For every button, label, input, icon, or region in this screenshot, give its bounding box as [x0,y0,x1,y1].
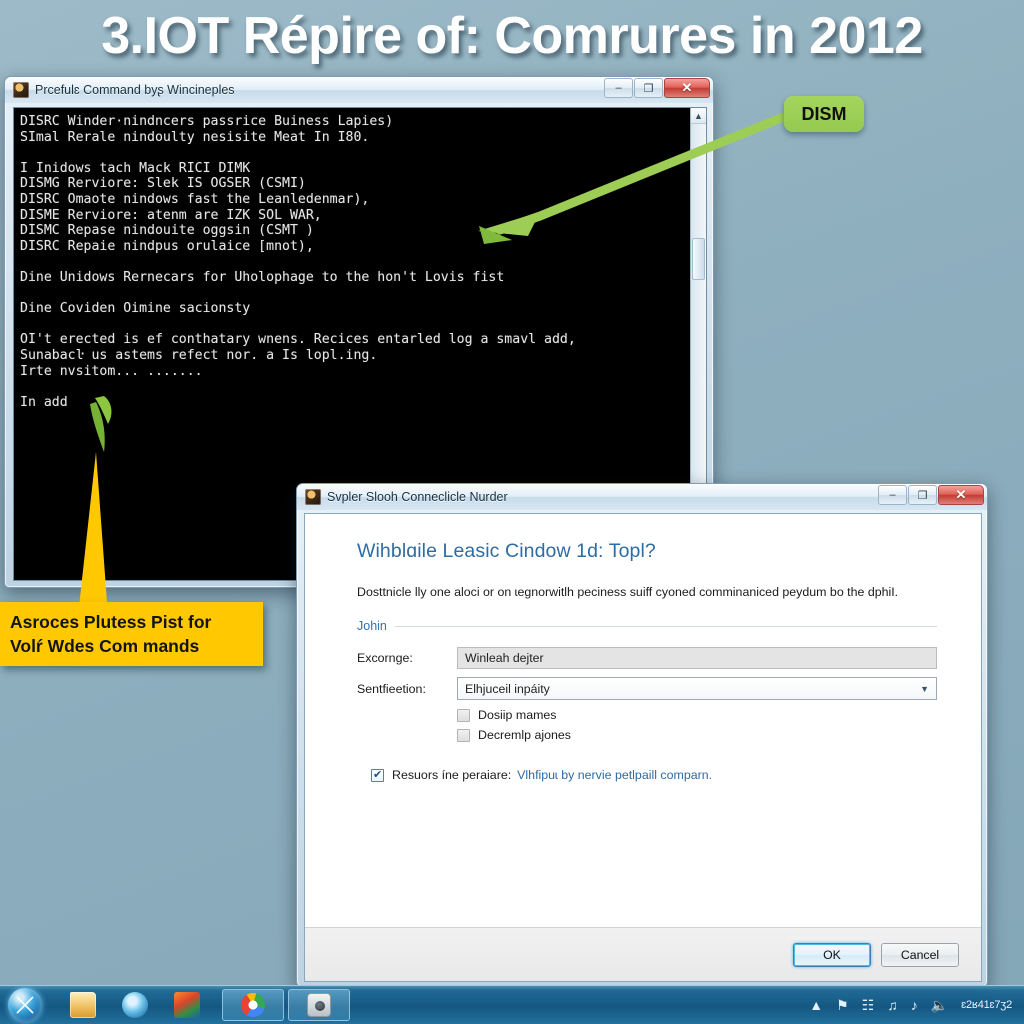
taskbar-button-camera[interactable] [288,989,350,1021]
selection-field-label: Sentfieetion: [357,681,426,696]
dialog-minimize-button[interactable]: – [878,485,907,505]
show-hidden-chevron-icon[interactable]: ▲ [809,998,823,1012]
field-row-selection: Sentfieetion: Elhjuceil inpáity ▼ [357,677,937,700]
settings-dialog-window[interactable]: Svpler Slooh Conneclicle Nurder – ❐ ✕ Wi… [296,483,988,988]
ie-icon[interactable] [122,992,148,1018]
cmd-minimize-button[interactable]: – [604,78,633,98]
ok-button[interactable]: OK [793,942,871,967]
checkbox-label-1: Dosiip mames [478,708,557,722]
system-tray[interactable]: ▲ ⚑ ☷ ♫ ♪ 🔈 ɛ2ʁ41ɛ7ʒ2 [809,998,1024,1012]
dialog-window-controls[interactable]: – ❐ ✕ [877,485,984,505]
dialog-footer: OK Cancel [305,927,981,981]
scroll-thumb[interactable] [692,238,705,280]
taskbar[interactable]: ▲ ⚑ ☷ ♫ ♪ 🔈 ɛ2ʁ41ɛ7ʒ2 [0,985,1024,1024]
camera-icon [307,993,331,1017]
cmd-titlebar[interactable]: Prcefulɛ Command byʂ Wincineples – ❐ ✕ [5,77,713,103]
dialog-restore-button[interactable]: ❐ [908,485,937,505]
checkbox-label-2: Decremlp ajones [478,728,571,742]
bottom-option-row[interactable]: Resuors íne peraiare: Vlhfipuɩ by nervie… [371,768,937,782]
selection-dropdown-value: Elhjuceil inpáity [465,681,550,696]
dialog-content: Wihblɑile Leasic Cindow 1d: Topl? Dosttn… [305,514,981,927]
dialog-body: Wihblɑile Leasic Cindow 1d: Topl? Dosttn… [304,513,982,982]
scroll-up-arrow-icon[interactable]: ▲ [691,108,706,124]
task-buttons[interactable] [222,989,350,1021]
checkbox-resuors-peraiare[interactable] [371,768,384,782]
group-label: Johin [357,619,387,633]
checkbox-decremlp-ajones[interactable] [457,728,470,742]
flag-icon[interactable]: ⚑ [836,998,849,1012]
start-orb-icon [8,988,42,1022]
dialog-close-button[interactable]: ✕ [938,485,984,505]
taskbar-button-chrome[interactable] [222,989,284,1021]
yellow-callout: Asroces Plutess Pist for Volŕ Wdes Com m… [0,602,263,666]
exchange-field-label: Excornge: [357,651,413,665]
media-center-icon[interactable] [174,992,200,1018]
cmd-title-text: Prcefulɛ Command byʂ Wincineples [35,83,235,97]
volume-mute-icon[interactable]: 🔈 [931,998,948,1012]
yellow-callout-line1: Asroces Plutess Pist for [10,612,212,632]
group-header: Johin [357,619,937,633]
desktop: 3.ΙΟΤ Répire of: Comrures in 2012 Prcefu… [0,0,1024,1024]
cmd-window-controls[interactable]: – ❐ ✕ [603,78,710,98]
cmd-shield-icon [13,82,29,98]
bottom-option-link[interactable]: Vlhfipuɩ by nervie petlpaill comparn. [517,768,712,782]
dialog-title-text: Svpler Slooh Conneclicle Nurder [327,490,508,504]
cancel-button[interactable]: Cancel [881,942,959,967]
chevron-down-icon: ▼ [920,683,929,694]
checkbox-row-1[interactable]: Dosiip mames [457,708,937,722]
quick-launch-bar[interactable] [70,992,200,1018]
selection-dropdown[interactable]: Elhjuceil inpáity ▼ [457,677,937,700]
headphone-icon[interactable]: ♫ [887,998,898,1012]
start-button[interactable] [2,987,48,1023]
cmd-restore-button[interactable]: ❐ [634,78,663,98]
checkbox-row-2[interactable]: Decremlp ajones [457,728,937,742]
page-title: 3.ΙΟΤ Répire of: Comrures in 2012 [101,7,923,65]
folder-icon[interactable] [70,992,96,1018]
dism-callout: DISM [784,96,864,132]
chrome-icon [241,993,265,1017]
checkbox-dosiip-mames[interactable] [457,708,470,722]
network-icon[interactable]: ☷ [862,998,875,1012]
field-row-exchange: Excornge: Winleah dejter [357,647,937,669]
note-icon[interactable]: ♪ [911,998,918,1012]
dism-callout-text: DISM [801,103,847,124]
dialog-description: Dosttnicle lly one aloci or on ɩegnorwit… [357,585,899,599]
dialog-heading: Wihblɑile Leasic Cindow 1d: Topl? [357,540,656,562]
exchange-input[interactable]: Winleah dejter [457,647,937,669]
yellow-callout-line2: Volŕ Wdes Com mands [10,636,200,656]
bottom-option-label: Resuors íne peraiare: [392,768,512,782]
cmd-close-button[interactable]: ✕ [664,78,710,98]
dialog-titlebar[interactable]: Svpler Slooh Conneclicle Nurder – ❐ ✕ [297,484,987,510]
app-shield-icon [305,489,321,505]
group-divider [394,625,937,627]
clock[interactable]: ɛ2ʁ41ɛ7ʒ2 [961,999,1016,1011]
